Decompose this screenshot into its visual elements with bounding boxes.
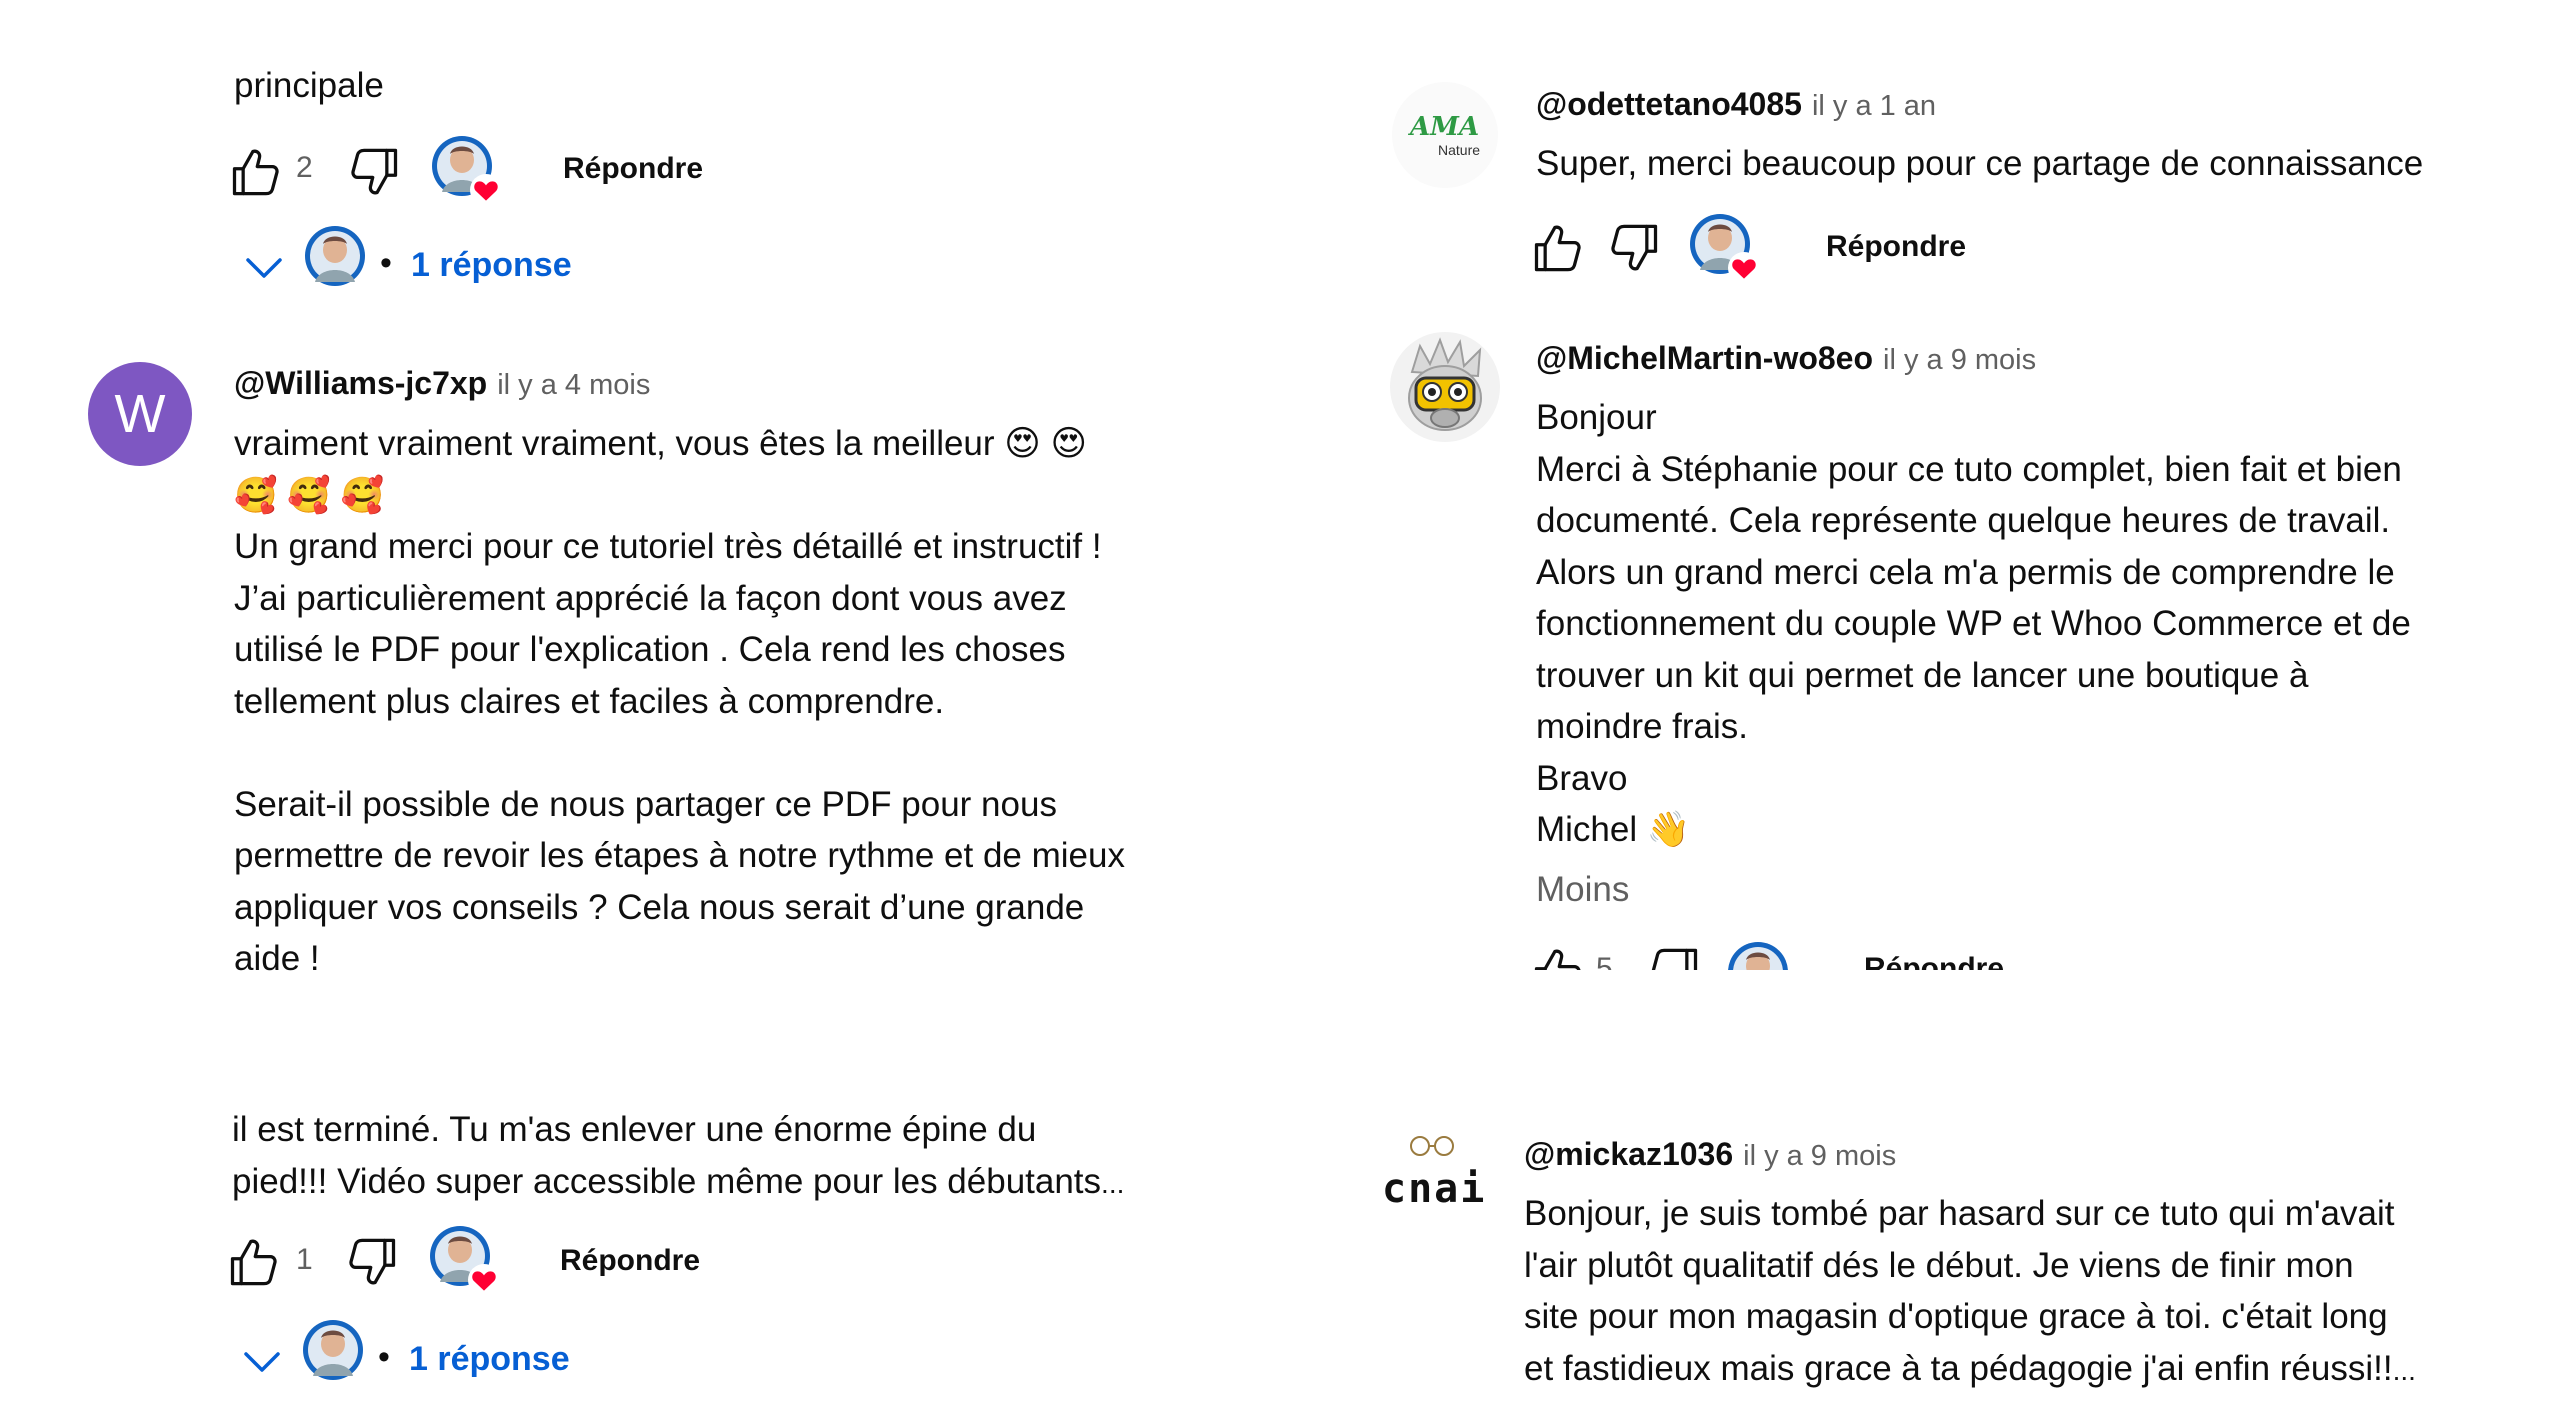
creator-avatar <box>305 226 369 290</box>
creator-avatar <box>1728 942 1792 970</box>
show-less-button[interactable]: Moins <box>1536 870 1629 910</box>
like-icon[interactable] <box>228 146 280 198</box>
like-count: 2 <box>296 151 313 184</box>
panel-bottom-right: cnai @mickaz1036 il y a 9 mois Bonjour, j… <box>1280 1100 2560 1402</box>
heart-icon <box>1728 252 1760 284</box>
glasses-icon <box>1410 1136 1454 1156</box>
comment-text: Bonjour, je suis tombé par hasard sur ce… <box>1524 1188 2416 1396</box>
comment-line: site pour mon magasin d'optique grace à … <box>1524 1297 2388 1336</box>
avatar-letter: W <box>114 384 166 444</box>
dislike-icon[interactable] <box>1610 222 1662 274</box>
read-more-ellipsis[interactable]: ... <box>1101 1168 1124 1199</box>
comment-time[interactable]: il y a 4 mois <box>497 369 650 401</box>
like-icon[interactable] <box>226 1236 278 1288</box>
comment-author[interactable]: @odettetano4085 <box>1536 86 1802 122</box>
comment-author[interactable]: @mickaz1036 <box>1524 1136 1733 1172</box>
comment-line: vraiment vraiment vraiment, vous êtes la… <box>234 424 1087 463</box>
comment-line: pied!!! Vidéo super accessible même pour… <box>232 1156 1124 1210</box>
reply-button[interactable]: Répondre <box>1826 230 1966 264</box>
comment-line: tellement plus claires et faciles à comp… <box>234 681 945 721</box>
heart-icon <box>470 174 502 206</box>
creator-heart-badge <box>1690 214 1762 286</box>
comment-text: vraiment vraiment vraiment, vous êtes la… <box>234 418 1125 972</box>
comment-line: fonctionnement du couple WP et Whoo Comm… <box>1536 604 2411 643</box>
chevron-down-icon[interactable] <box>242 1350 282 1374</box>
avatar[interactable] <box>1390 332 1500 442</box>
comment-line: 🥰 🥰 🥰 <box>234 475 385 515</box>
dislike-icon[interactable] <box>350 146 402 198</box>
comment-line: il est terminé. Tu m'as enlever une énor… <box>232 1110 1037 1149</box>
comment-line: moindre frais. <box>1536 707 1749 746</box>
comment-text: il est terminé. Tu m'as enlever une énor… <box>232 1104 1124 1209</box>
dislike-icon[interactable] <box>348 1236 400 1288</box>
chevron-down-icon[interactable] <box>244 256 284 280</box>
comment-line: utilisé le PDF pour l'explication . Cela… <box>234 630 1066 669</box>
comment-header: @MichelMartin-wo8eo il y a 9 mois <box>1536 340 2036 377</box>
comment-line: documenté. Cela représente quelque heure… <box>1536 501 2391 540</box>
like-icon[interactable] <box>1530 946 1582 970</box>
comment-line: permettre de revoir les étapes à notre r… <box>234 836 1125 875</box>
comment-author[interactable]: @MichelMartin-wo8eo <box>1536 340 1873 376</box>
read-more-ellipsis[interactable]: ... <box>2393 1355 2416 1386</box>
comment-line-text: et fastidieux mais grace à ta pédagogie … <box>1524 1348 2393 1388</box>
comment-line: trouver un kit qui permet de lancer une … <box>1536 655 2309 695</box>
comment-line: Un grand merci pour ce tutoriel très dét… <box>234 527 1102 566</box>
panel-top-right: AMA Nature @odettetano4085 il y a 1 an Su… <box>1280 0 2560 970</box>
comment-line: Bonjour <box>1536 398 1657 437</box>
replies-dot: • <box>378 1338 390 1376</box>
avatar-logo: AMA <box>1410 112 1480 142</box>
comment-author[interactable]: @Williams-jc7xp <box>234 365 487 401</box>
avatar-logo-sub: Nature <box>1438 142 1481 158</box>
comment-line: Merci à Stéphanie pour ce tuto complet, … <box>1536 449 2402 489</box>
comment-header: @Williams-jc7xp il y a 4 mois <box>234 365 650 402</box>
replies-dot: • <box>380 244 392 282</box>
comment-line: et fastidieux mais grace à ta pédagogie … <box>1524 1343 2416 1397</box>
comment-time[interactable]: il y a 1 an <box>1812 90 1936 122</box>
comment-line: Serait-il possible de nous partager ce P… <box>234 784 1057 824</box>
creator-heart-badge <box>432 136 504 208</box>
comment-time[interactable]: il y a 9 mois <box>1883 344 2036 376</box>
like-count: 1 <box>296 1243 313 1276</box>
comment-line-text: pied!!! Vidéo super accessible même pour… <box>232 1161 1102 1201</box>
monkey-avatar-icon <box>1408 337 1482 431</box>
replies-toggle[interactable]: 1 réponse <box>409 1340 570 1379</box>
avatar-logo: cnai <box>1382 1166 1487 1212</box>
comment-line: Alors un grand merci cela m'a permis de … <box>1536 552 2395 592</box>
avatar[interactable]: AMA Nature <box>1392 82 1498 188</box>
comment-header: @mickaz1036 il y a 9 mois <box>1524 1136 1896 1173</box>
reply-button[interactable]: Répondre <box>560 1244 700 1278</box>
like-count: 5 <box>1596 952 1613 970</box>
comment-text: Super, merci beaucoup pour ce partage de… <box>1536 138 2423 190</box>
creator-avatar <box>303 1320 367 1384</box>
comment-line: Bonjour, je suis tombé par hasard sur ce… <box>1524 1194 2395 1233</box>
panel-bottom-left: il est terminé. Tu m'as enlever une énor… <box>0 1100 1280 1402</box>
comment-line: l'air plutôt qualitatif dés le début. Je… <box>1524 1245 2354 1285</box>
like-icon[interactable] <box>1530 222 1582 274</box>
comment-line: aide ! <box>234 939 320 972</box>
comment-line: J’ai particulièrement apprécié la façon … <box>234 578 1067 618</box>
comment-line <box>234 727 1125 779</box>
heart-icon <box>468 1264 500 1296</box>
cut-comment-text: principale <box>234 66 384 105</box>
dislike-icon[interactable] <box>1650 946 1702 970</box>
replies-toggle[interactable]: 1 réponse <box>411 246 572 285</box>
reply-button[interactable]: Répondre <box>1864 952 2004 970</box>
comment-time[interactable]: il y a 9 mois <box>1743 1140 1896 1172</box>
comment-line: Super, merci beaucoup pour ce partage de… <box>1536 144 2424 183</box>
comment-line: appliquer vos conseils ? Cela nous serai… <box>234 887 1085 927</box>
panel-top-left: principale 2 Répondre • 1 réponse W @Wil… <box>0 0 1280 972</box>
creator-heart-badge <box>430 1226 502 1298</box>
avatar[interactable]: cnai <box>1376 1130 1488 1242</box>
comment-text: Bonjour Merci à Stéphanie pour ce tuto c… <box>1536 392 2411 856</box>
comment-line: Michel 👋 <box>1536 810 1691 849</box>
avatar[interactable]: W <box>88 362 192 466</box>
comment-header: @odettetano4085 il y a 1 an <box>1536 86 1936 123</box>
comment-line: Bravo <box>1536 758 1628 798</box>
reply-button[interactable]: Répondre <box>563 152 703 186</box>
